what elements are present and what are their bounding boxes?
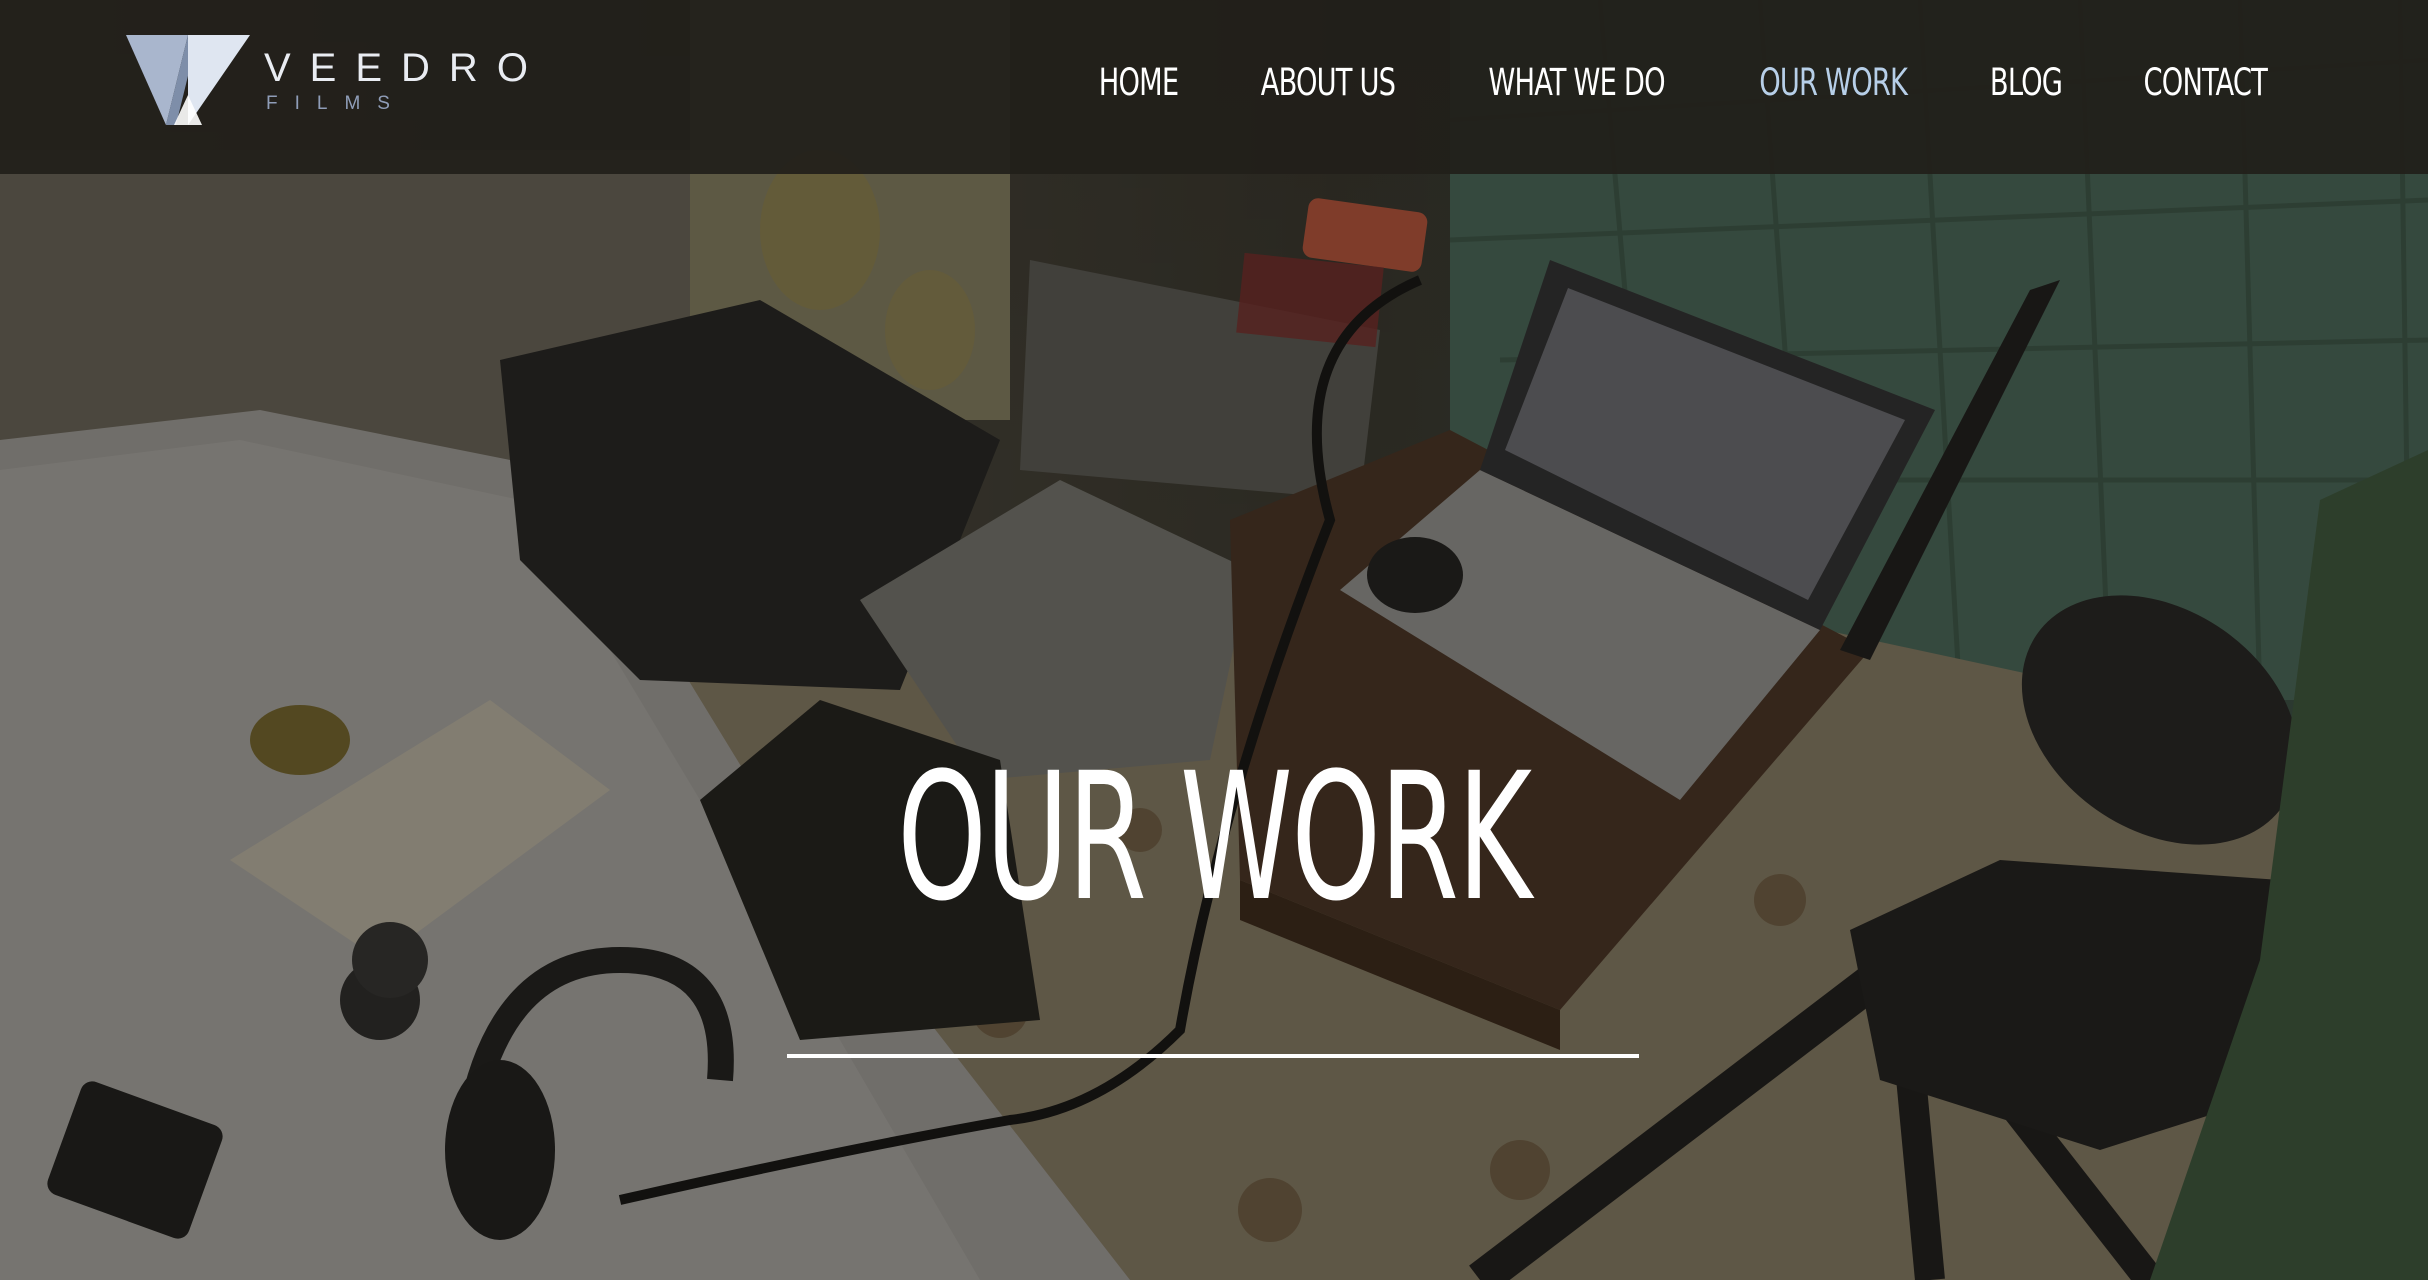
hero-background-image bbox=[0, 0, 2428, 1280]
site-header: VEEDRO FILMS HOME ABOUT US WHAT WE DO OU… bbox=[0, 0, 2428, 174]
veedro-v-logo-icon bbox=[126, 35, 250, 125]
brand-name: VEEDRO bbox=[264, 45, 547, 90]
nav-our-work[interactable]: OUR WORK bbox=[1759, 61, 1908, 104]
nav-blog[interactable]: BLOG bbox=[1990, 61, 2063, 104]
brand-logo-link[interactable]: VEEDRO FILMS bbox=[126, 34, 547, 126]
nav-contact[interactable]: CONTACT bbox=[2143, 61, 2267, 104]
hero-dim-overlay bbox=[0, 0, 2428, 1280]
page-title-text: OUR WORK bbox=[897, 735, 1532, 940]
brand-subname: FILMS bbox=[266, 92, 407, 114]
title-divider bbox=[787, 1054, 1639, 1058]
nav-about-us[interactable]: ABOUT US bbox=[1261, 61, 1396, 104]
nav-home[interactable]: HOME bbox=[1099, 61, 1179, 104]
page-title: OUR WORK bbox=[0, 750, 2428, 926]
brand-wordmark: VEEDRO FILMS bbox=[264, 48, 547, 113]
nav-what-we-do[interactable]: WHAT WE DO bbox=[1488, 61, 1665, 104]
main-navigation: HOME ABOUT US WHAT WE DO OUR WORK BLOG C… bbox=[1090, 54, 2280, 110]
